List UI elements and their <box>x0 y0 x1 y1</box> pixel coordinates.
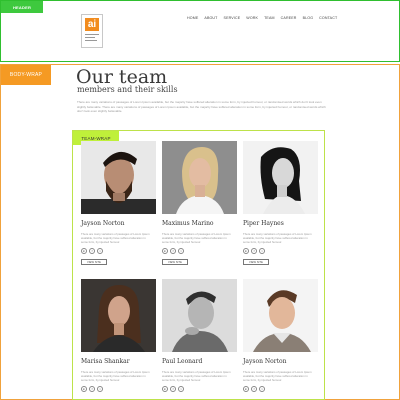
social-links: in f t <box>162 248 237 254</box>
member-photo <box>243 141 318 214</box>
linkedin-icon[interactable]: in <box>243 386 249 392</box>
facebook-icon[interactable]: f <box>251 386 257 392</box>
logo-tagline <box>85 34 99 43</box>
social-links: in f t <box>243 386 318 392</box>
page-subtitle: members and their skills <box>77 85 178 94</box>
facebook-icon[interactable]: f <box>89 386 95 392</box>
nav-work[interactable]: WORK <box>246 16 258 20</box>
member-photo <box>243 279 318 352</box>
team-card: Maximus Marino There are many variations… <box>162 141 237 265</box>
member-photo <box>81 279 156 352</box>
linkedin-icon[interactable]: in <box>81 248 87 254</box>
member-photo <box>162 141 237 214</box>
twitter-icon[interactable]: t <box>178 386 184 392</box>
nav-about[interactable]: ABOUT <box>204 16 217 20</box>
member-bio: There are many variations of passages of… <box>162 370 231 382</box>
view-site-button[interactable]: VIEW SITE <box>81 259 107 265</box>
member-name: Maximus Marino <box>162 220 214 227</box>
nav-contact[interactable]: CONTACT <box>319 16 337 20</box>
team-card: Jayson Norton There are many variations … <box>81 141 156 265</box>
twitter-icon[interactable]: t <box>97 386 103 392</box>
nav-career[interactable]: CAREER <box>281 16 297 20</box>
twitter-icon[interactable]: t <box>97 248 103 254</box>
member-bio: There are many variations of passages of… <box>81 232 150 244</box>
linkedin-icon[interactable]: in <box>243 248 249 254</box>
twitter-icon[interactable]: t <box>259 248 265 254</box>
view-site-button[interactable]: VIEW SITE <box>162 259 188 265</box>
facebook-icon[interactable]: f <box>170 248 176 254</box>
member-bio: There are many variations of passages of… <box>162 232 231 244</box>
team-card: Marisa Shankar There are many variations… <box>81 279 156 392</box>
body-wrap-tag: BODY-WRAP <box>1 65 51 85</box>
member-bio: There are many variations of passages of… <box>81 370 150 382</box>
team-card: Piper Haynes There are many variations o… <box>243 141 318 265</box>
member-name: Paul Leonard <box>162 358 203 365</box>
member-name: Jayson Norton <box>243 358 287 365</box>
social-links: in f t <box>81 248 156 254</box>
intro-paragraph: There are many variations of passages of… <box>77 100 326 114</box>
member-name: Jayson Norton <box>81 220 125 227</box>
social-links: in f t <box>81 386 156 392</box>
social-links: in f t <box>162 386 237 392</box>
member-bio: There are many variations of passages of… <box>243 232 312 244</box>
linkedin-icon[interactable]: in <box>81 386 87 392</box>
nav-team[interactable]: TEAM <box>264 16 275 20</box>
site-logo[interactable]: ai <box>81 14 103 48</box>
member-photo <box>81 141 156 214</box>
member-name: Marisa Shankar <box>81 358 130 365</box>
header-tag: HEADER <box>1 1 43 13</box>
facebook-icon[interactable]: f <box>89 248 95 254</box>
linkedin-icon[interactable]: in <box>162 386 168 392</box>
team-card: Jayson Norton There are many variations … <box>243 279 318 392</box>
nav-home[interactable]: HOME <box>187 16 198 20</box>
view-site-button[interactable]: VIEW SITE <box>243 259 269 265</box>
facebook-icon[interactable]: f <box>251 248 257 254</box>
twitter-icon[interactable]: t <box>178 248 184 254</box>
team-wrap-region: TEAM-WRAP Jayson Norton There are many v… <box>72 130 325 400</box>
header-region: HEADER ai HOME ABOUT SERVICE WORK TEAM C… <box>0 0 400 62</box>
member-name: Piper Haynes <box>243 220 284 227</box>
linkedin-icon[interactable]: in <box>162 248 168 254</box>
facebook-icon[interactable]: f <box>170 386 176 392</box>
member-photo <box>162 279 237 352</box>
logo-mark: ai <box>85 18 99 31</box>
main-nav: HOME ABOUT SERVICE WORK TEAM CAREER BLOG… <box>187 16 337 20</box>
team-card: Paul Leonard There are many variations o… <box>162 279 237 392</box>
nav-blog[interactable]: BLOG <box>303 16 314 20</box>
social-links: in f t <box>243 248 318 254</box>
twitter-icon[interactable]: t <box>259 386 265 392</box>
nav-service[interactable]: SERVICE <box>224 16 241 20</box>
member-bio: There are many variations of passages of… <box>243 370 312 382</box>
